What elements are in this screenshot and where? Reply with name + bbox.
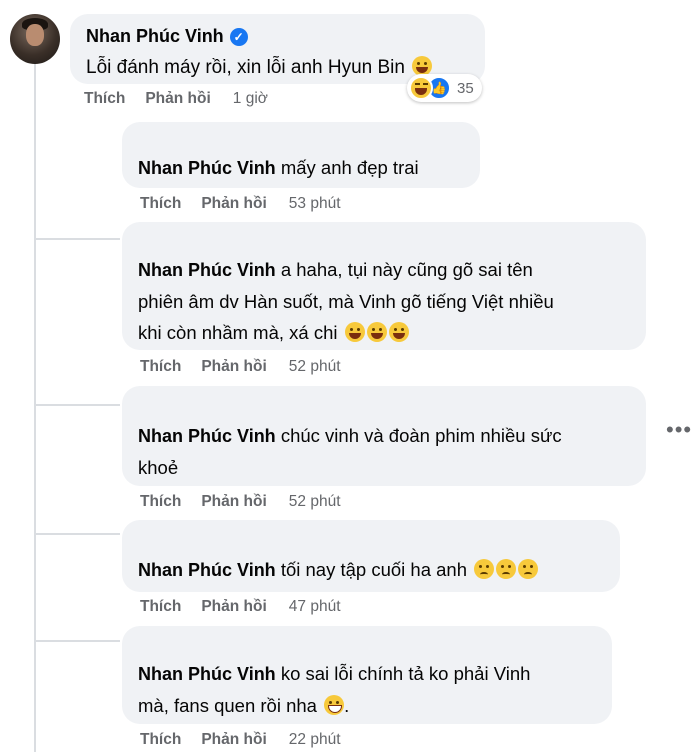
like-button[interactable]: Thích xyxy=(140,731,181,749)
reply-actions: Thích Phản hồi 22 phút xyxy=(140,731,341,749)
reaction-summary[interactable]: 👍 35 xyxy=(407,74,482,102)
reply-line: khi còn nhầm mà, xá chi xyxy=(138,317,554,348)
reply-actions: Thích Phản hồi 47 phút xyxy=(140,598,341,616)
thread-branch xyxy=(34,238,120,240)
reply-text: khi còn nhầm mà, xá chi xyxy=(138,322,338,343)
reply-content: Nhan Phúc Vinh mấy anh đẹp trai xyxy=(138,152,419,184)
reply-line: phiên âm dv Hàn suốt, mà Vinh gõ tiếng V… xyxy=(138,291,554,312)
reply-author[interactable]: Nhan Phúc Vinh xyxy=(138,560,276,580)
reply-line: mà, fans quen rồi nha . xyxy=(138,690,530,721)
avatar-face xyxy=(26,24,44,46)
reply-line: Nhan Phúc Vinh ko sai lỗi chính tả ko ph… xyxy=(138,658,530,690)
reply-line: Nhan Phúc Vinh chúc vinh và đoàn phim nh… xyxy=(138,420,562,452)
reply-button[interactable]: Phản hồi xyxy=(201,195,266,213)
reply-actions: Thích Phản hồi 52 phút xyxy=(140,358,341,376)
reply-text: a haha, tụi này cũng gõ sai tên xyxy=(280,259,533,280)
reply-bubble: Nhan Phúc Vinh ko sai lỗi chính tả ko ph… xyxy=(122,626,612,724)
reply-actions: Thích Phản hồi 52 phút xyxy=(140,493,341,511)
reply-bubble: Nhan Phúc Vinh chúc vinh và đoàn phim nh… xyxy=(122,386,646,486)
reply-bubble: Nhan Phúc Vinh mấy anh đẹp trai xyxy=(122,122,480,188)
reply-time[interactable]: 53 phút xyxy=(289,195,341,213)
rofl-icon xyxy=(388,322,409,342)
thread-branch xyxy=(34,404,120,406)
sad-face-icon xyxy=(496,559,517,579)
grinning-squint-icon xyxy=(324,695,345,715)
comment-text-body: Lỗi đánh máy rồi, xin lỗi anh Hyun Bin xyxy=(86,57,405,78)
like-button[interactable]: Thích xyxy=(140,598,181,616)
reply-button[interactable]: Phản hồi xyxy=(201,493,266,511)
like-button[interactable]: Thích xyxy=(140,358,181,376)
reply-text: mấy anh đẹp trai xyxy=(280,157,419,178)
reply-actions: Thích Phản hồi 53 phút xyxy=(140,195,341,213)
reply-content: Nhan Phúc Vinh tối nay tập cuối ha anh xyxy=(138,554,539,586)
reply-button[interactable]: Phản hồi xyxy=(201,598,266,616)
reply-text: ko sai lỗi chính tả ko phải Vinh xyxy=(280,663,531,684)
reply-text: chúc vinh và đoàn phim nhiều sức xyxy=(280,425,562,446)
comment-text: Lỗi đánh máy rồi, xin lỗi anh Hyun Bin xyxy=(86,56,433,79)
reply-time[interactable]: 22 phút xyxy=(289,731,341,749)
like-button[interactable]: Thích xyxy=(140,493,181,511)
rofl-icon xyxy=(344,322,365,342)
reply-button[interactable]: Phản hồi xyxy=(201,731,266,749)
avatar[interactable] xyxy=(10,14,60,64)
reply-author[interactable]: Nhan Phúc Vinh xyxy=(138,664,276,684)
reply-content: Nhan Phúc Vinh a haha, tụi này cũng gõ s… xyxy=(138,254,554,348)
reply-button[interactable]: Phản hồi xyxy=(145,90,210,108)
comment-author[interactable]: Nhan Phúc Vinh xyxy=(86,26,224,47)
reply-author[interactable]: Nhan Phúc Vinh xyxy=(138,158,276,178)
like-button[interactable]: Thích xyxy=(140,195,181,213)
reaction-count: 35 xyxy=(457,79,474,97)
sad-face-icon xyxy=(518,559,539,579)
laughing-tears-icon xyxy=(412,56,433,76)
thread-line xyxy=(34,62,36,752)
sad-face-icon xyxy=(474,559,495,579)
comment-actions: Thích Phản hồi 1 giờ xyxy=(84,90,268,108)
like-button[interactable]: Thích xyxy=(84,90,125,108)
comment-time[interactable]: 1 giờ xyxy=(233,90,268,108)
reply-time[interactable]: 52 phút xyxy=(289,358,341,376)
reply-author[interactable]: Nhan Phúc Vinh xyxy=(138,260,276,280)
reply-content: Nhan Phúc Vinh chúc vinh và đoàn phim nh… xyxy=(138,420,562,483)
reply-time[interactable]: 52 phút xyxy=(289,493,341,511)
reply-text: tối nay tập cuối ha anh xyxy=(280,559,467,580)
reply-line: khoẻ xyxy=(138,457,179,478)
reply-text: mà, fans quen rồi nha xyxy=(138,695,317,716)
reply-bubble: Nhan Phúc Vinh tối nay tập cuối ha anh xyxy=(122,520,620,592)
reply-time[interactable]: 47 phút xyxy=(289,598,341,616)
haha-reaction-icon xyxy=(409,76,433,100)
reply-author[interactable]: Nhan Phúc Vinh xyxy=(138,426,276,446)
reply-bubble: Nhan Phúc Vinh a haha, tụi này cũng gõ s… xyxy=(122,222,646,350)
reply-line: Nhan Phúc Vinh a haha, tụi này cũng gõ s… xyxy=(138,254,554,286)
more-options-icon[interactable]: ••• xyxy=(666,419,692,441)
thread-branch xyxy=(34,533,120,535)
reply-content: Nhan Phúc Vinh ko sai lỗi chính tả ko ph… xyxy=(138,658,530,721)
thread-branch xyxy=(34,640,120,642)
rofl-icon xyxy=(366,322,387,342)
reply-text-period: . xyxy=(344,695,350,716)
reply-button[interactable]: Phản hồi xyxy=(201,358,266,376)
verified-badge-icon: ✓ xyxy=(229,27,248,46)
